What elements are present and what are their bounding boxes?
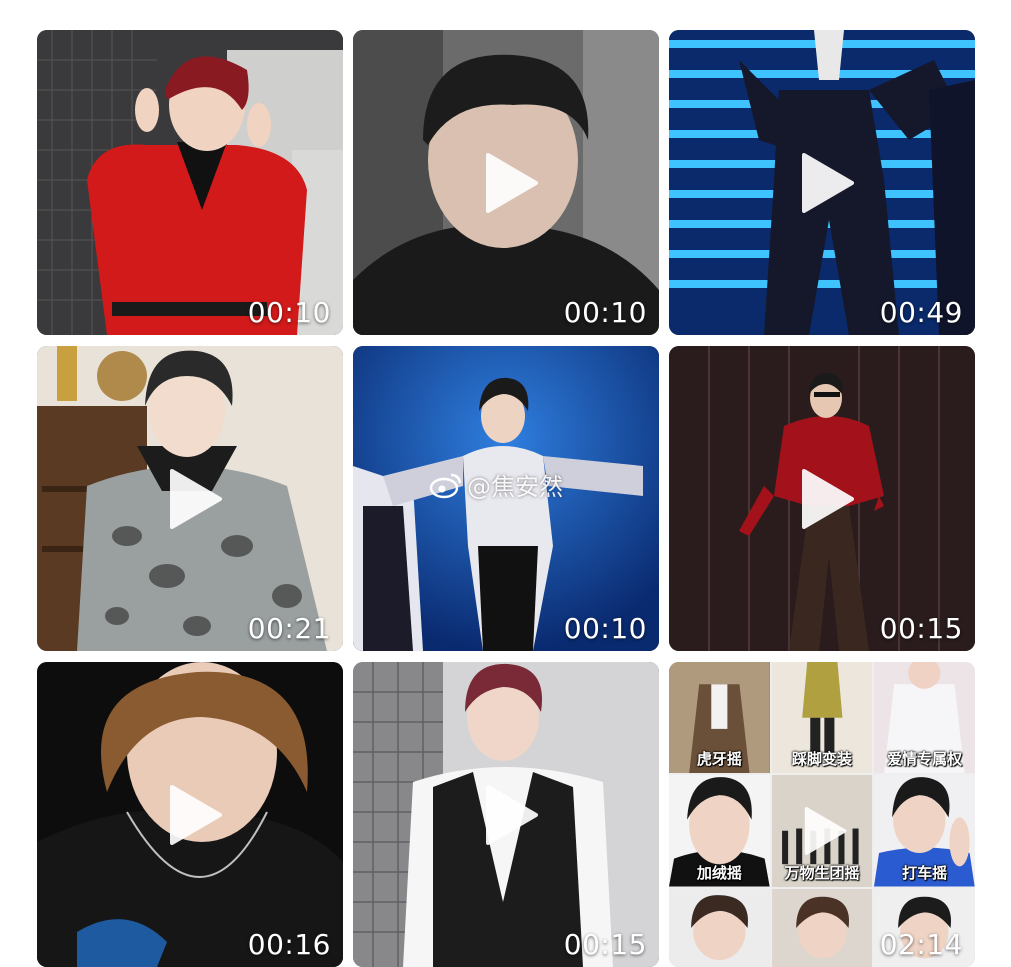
video-duration: 02:14 — [879, 928, 963, 961]
video-grid: 00:10 00:10 00:49 00:21 @焦安然 00:10 00:15… — [37, 30, 975, 967]
play-icon — [170, 784, 222, 845]
video-duration: 00:15 — [879, 612, 963, 645]
video-tile[interactable]: 00:10 — [353, 30, 659, 335]
video-thumbnail — [771, 888, 873, 967]
play-icon — [802, 468, 854, 529]
video-tile[interactable]: @焦安然 00:10 — [353, 346, 659, 651]
collage-label: 万物生团摇 — [784, 863, 860, 882]
video-duration: 00:10 — [563, 296, 647, 329]
collage-cell: 爱情专属权 — [874, 662, 975, 774]
play-icon — [170, 468, 222, 529]
collage-label: 爱情专属权 — [887, 750, 963, 769]
video-duration: 00:49 — [879, 296, 963, 329]
collage-cell: 万物生团摇 — [771, 775, 873, 887]
video-thumbnail — [669, 888, 770, 967]
collage-cell — [669, 888, 770, 967]
play-icon — [486, 784, 538, 845]
collage-cell: 踩脚变装 — [771, 662, 873, 774]
collage-cell: 打车摇 — [874, 775, 975, 887]
video-tile[interactable]: 00:21 — [37, 346, 343, 651]
video-duration: 00:16 — [247, 928, 331, 961]
video-thumbnail — [37, 30, 343, 335]
weibo-watermark: @焦安然 — [429, 467, 563, 502]
video-tile[interactable]: 00:49 — [669, 30, 975, 335]
video-duration: 00:10 — [563, 612, 647, 645]
video-duration: 00:10 — [247, 296, 331, 329]
video-tile[interactable]: 00:10 — [37, 30, 343, 335]
play-icon — [802, 152, 854, 213]
video-tile[interactable]: 虎牙摇 踩脚变装 爱情专属权 加绒摇 万物生团摇 打车摇 02:14 — [669, 662, 975, 967]
collage-label: 踩脚变装 — [791, 750, 852, 769]
video-duration: 00:21 — [247, 612, 331, 645]
collage-cell — [771, 888, 873, 967]
weibo-logo-icon — [429, 473, 462, 498]
collage-label: 虎牙摇 — [696, 750, 742, 769]
watermark-text: @焦安然 — [467, 473, 563, 501]
collage-label: 打车摇 — [902, 863, 948, 882]
collage-cell: 加绒摇 — [669, 775, 770, 887]
video-duration: 00:15 — [563, 928, 647, 961]
collage-thumbnail: 虎牙摇 踩脚变装 爱情专属权 加绒摇 万物生团摇 打车摇 — [669, 662, 975, 967]
collage-cell: 虎牙摇 — [669, 662, 770, 774]
video-tile[interactable]: 00:15 — [353, 662, 659, 967]
play-icon — [804, 807, 847, 856]
play-icon — [486, 152, 538, 213]
collage-label: 加绒摇 — [696, 863, 742, 882]
video-tile[interactable]: 00:15 — [669, 346, 975, 651]
video-tile[interactable]: 00:16 — [37, 662, 343, 967]
